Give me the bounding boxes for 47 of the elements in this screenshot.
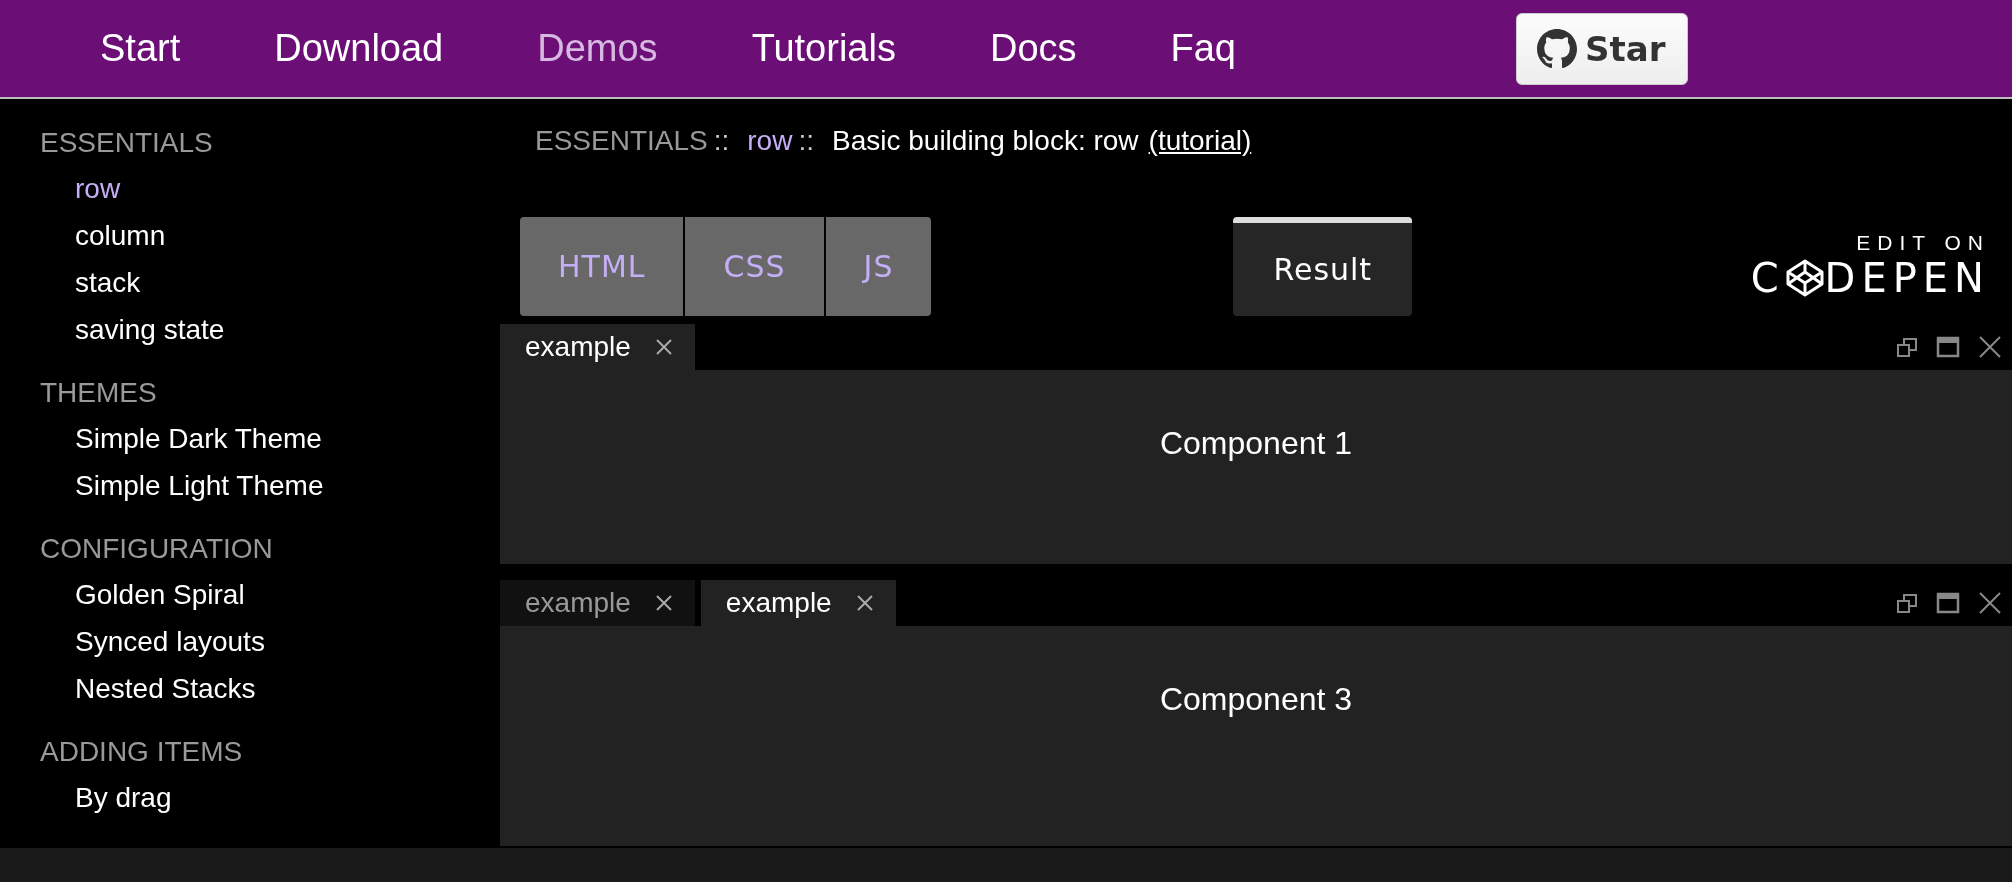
codepen-logo[interactable]: EDIT ON C DEPEN <box>1750 231 1990 301</box>
close-icon[interactable] <box>654 594 673 612</box>
breadcrumb-separator: :: <box>713 125 730 157</box>
tutorial-link[interactable]: (tutorial) <box>1148 125 1252 157</box>
nav-link[interactable]: Faq <box>1170 27 1236 70</box>
maximize-icon[interactable] <box>1936 592 1960 614</box>
sidebar-item[interactable]: Simple Dark Theme <box>75 415 322 462</box>
sidebar-item[interactable]: stack <box>75 259 141 306</box>
github-icon <box>1537 28 1577 69</box>
nav-link[interactable]: Docs <box>989 27 1077 70</box>
breadcrumb-item: row <box>747 125 793 157</box>
section-heading: ADDING ITEMS <box>40 736 244 768</box>
sidebar-item[interactable]: Simple Light Theme <box>75 462 324 509</box>
popout-icon[interactable] <box>1896 592 1918 614</box>
sidebar-item[interactable]: column <box>75 212 166 259</box>
demo-title: Basic building block: row <box>832 125 1139 157</box>
sidebar-item[interactable]: saving state <box>75 306 225 353</box>
popout-icon[interactable] <box>1896 336 1918 358</box>
nav-link[interactable]: Download <box>274 27 444 70</box>
nav-link[interactable]: Demos <box>537 27 658 70</box>
panel-tab[interactable]: example <box>500 580 695 626</box>
star-button[interactable]: Star <box>1516 12 1689 85</box>
result-tab[interactable]: Result <box>1233 216 1413 316</box>
component-label: Component 1 <box>1159 425 1353 462</box>
close-icon[interactable] <box>1978 591 2002 615</box>
section-heading: ESSENTIALS <box>40 127 214 159</box>
sidebar-item[interactable]: Synced layouts <box>75 618 265 665</box>
sidebar-item[interactable]: Nested Stacks <box>75 665 256 712</box>
breadcrumb-separator: :: <box>798 125 814 157</box>
tab-label: example <box>525 331 631 363</box>
nav-link[interactable]: Tutorials <box>751 27 896 70</box>
maximize-icon[interactable] <box>1936 336 1960 358</box>
breadcrumb-section: ESSENTIALS <box>535 125 708 157</box>
panel-tab[interactable]: example <box>500 324 695 370</box>
tab-label: example <box>525 587 631 619</box>
close-icon[interactable] <box>855 594 874 612</box>
sidebar-item[interactable]: row <box>75 165 121 212</box>
sidebar-item[interactable]: By drag <box>75 774 172 821</box>
close-icon[interactable] <box>1978 335 2002 359</box>
section-heading: THEMES <box>40 377 158 409</box>
panel-tab[interactable]: example <box>700 580 896 626</box>
sidebar-item[interactable]: Golden Spiral <box>75 571 245 618</box>
component-label: Component 3 <box>1159 681 1353 718</box>
section-heading: CONFIGURATION <box>40 533 274 565</box>
nav-link[interactable]: Start <box>100 27 181 70</box>
close-icon[interactable] <box>654 338 673 356</box>
tab-label: example <box>725 587 832 619</box>
